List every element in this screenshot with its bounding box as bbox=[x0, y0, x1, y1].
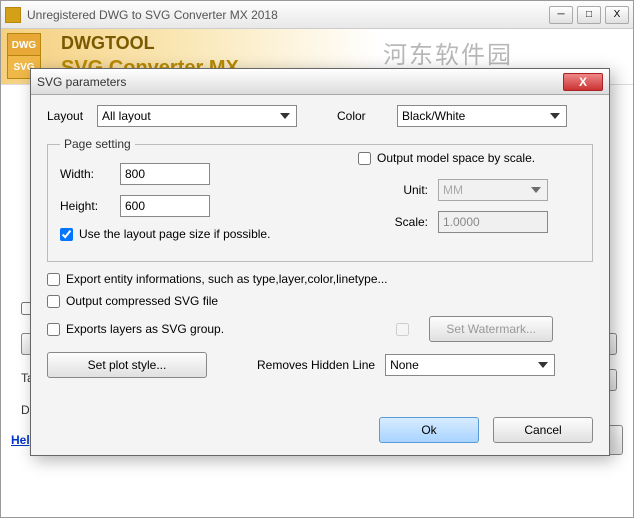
unit-label: Unit: bbox=[358, 183, 428, 197]
dialog-title: SVG parameters bbox=[37, 75, 563, 89]
dialog-titlebar: SVG parameters X bbox=[31, 69, 609, 95]
removes-hidden-label: Removes Hidden Line bbox=[257, 358, 375, 372]
window-title: Unregistered DWG to SVG Converter MX 201… bbox=[27, 8, 549, 22]
watermark-checkbox bbox=[396, 323, 409, 336]
dialog-close-button[interactable]: X bbox=[563, 73, 603, 91]
set-watermark-button: Set Watermark... bbox=[429, 316, 553, 342]
ok-button[interactable]: Ok bbox=[379, 417, 479, 443]
maximize-button[interactable]: □ bbox=[577, 6, 601, 24]
watermark-text: 河东软件园 bbox=[383, 35, 513, 70]
scale-input bbox=[438, 211, 548, 233]
svg-parameters-dialog: SVG parameters X Layout All layout Color… bbox=[30, 68, 610, 456]
main-titlebar: Unregistered DWG to SVG Converter MX 201… bbox=[1, 1, 633, 29]
unit-select: MM bbox=[438, 179, 548, 201]
color-label: Color bbox=[337, 109, 397, 123]
layout-label: Layout bbox=[47, 109, 97, 123]
set-plot-style-button[interactable]: Set plot style... bbox=[47, 352, 207, 378]
page-setting-group: Page setting Width: Height: Use the layo… bbox=[47, 137, 593, 262]
width-label: Width: bbox=[60, 167, 120, 181]
layout-select[interactable]: All layout bbox=[97, 105, 297, 127]
close-button[interactable]: X bbox=[605, 6, 629, 24]
height-input[interactable] bbox=[120, 195, 210, 217]
scale-label: Scale: bbox=[358, 215, 428, 229]
brand-text: DWGTOOL bbox=[61, 33, 155, 54]
color-select[interactable]: Black/White bbox=[397, 105, 567, 127]
output-compressed-checkbox[interactable]: Output compressed SVG file bbox=[47, 294, 593, 308]
height-label: Height: bbox=[60, 199, 120, 213]
app-icon bbox=[5, 7, 21, 23]
width-input[interactable] bbox=[120, 163, 210, 185]
page-setting-legend: Page setting bbox=[60, 137, 135, 151]
export-entity-checkbox[interactable]: Export entity informations, such as type… bbox=[47, 272, 593, 286]
logo-dwg: DWG bbox=[7, 33, 41, 57]
removes-hidden-select[interactable]: None bbox=[385, 354, 555, 376]
minimize-button[interactable]: ─ bbox=[549, 6, 573, 24]
output-scale-checkbox[interactable]: Output model space by scale. bbox=[358, 151, 548, 165]
exports-layers-checkbox[interactable]: Exports layers as SVG group. bbox=[47, 322, 224, 336]
cancel-button[interactable]: Cancel bbox=[493, 417, 593, 443]
